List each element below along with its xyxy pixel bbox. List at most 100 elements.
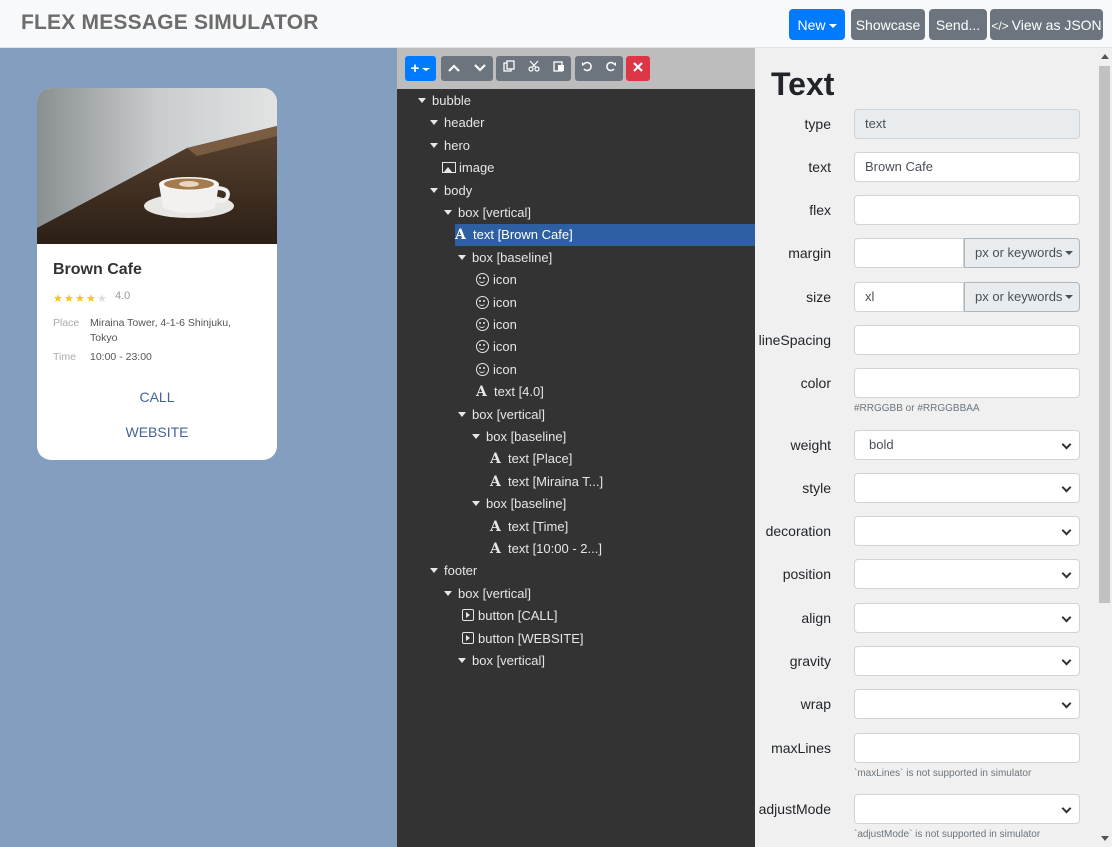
caret-down-icon[interactable] <box>418 98 426 103</box>
tree-node-selected[interactable]: Atext [Brown Cafe] <box>455 224 755 246</box>
paste-button[interactable] <box>546 56 571 81</box>
tree-node[interactable]: icon <box>476 292 517 314</box>
tree-node[interactable]: Atext [4.0] <box>476 381 544 403</box>
caret-down-icon[interactable] <box>458 255 466 260</box>
tree-node[interactable]: button [WEBSITE] <box>462 628 584 650</box>
tree-node[interactable]: box [vertical] <box>458 404 545 426</box>
time-value: 10:00 - 23:00 <box>90 351 152 363</box>
tree-node[interactable]: Atext [10:00 - 2...] <box>490 538 602 560</box>
decoration-select[interactable] <box>854 516 1080 546</box>
caret-down-icon[interactable] <box>430 143 438 148</box>
move-down-button[interactable] <box>467 56 493 81</box>
delete-icon <box>633 62 643 72</box>
scrollbar-thumb[interactable] <box>1099 66 1110 603</box>
tree-node[interactable]: header <box>430 112 484 134</box>
caret-down-icon[interactable] <box>430 568 438 573</box>
caret-down-icon[interactable] <box>444 210 452 215</box>
new-button[interactable]: New <box>789 9 845 40</box>
maxLines-input[interactable] <box>854 733 1080 763</box>
delete-button[interactable] <box>626 56 650 81</box>
call-button[interactable]: CALL <box>37 389 277 405</box>
redo-button[interactable] <box>599 56 623 81</box>
move-up-button[interactable] <box>441 56 467 81</box>
unit-label: px or keywords <box>975 245 1063 260</box>
tree-node-label: text [4.0] <box>494 384 544 399</box>
caret-down-icon[interactable] <box>472 501 480 506</box>
tree-node[interactable]: box [baseline] <box>458 247 552 269</box>
tree-node[interactable]: box [vertical] <box>444 202 531 224</box>
adjustMode-select[interactable] <box>854 794 1080 824</box>
tree-node[interactable]: button [CALL] <box>462 605 558 627</box>
size-unit-dropdown[interactable]: px or keywords <box>964 282 1080 312</box>
tree-node-label: text [Place] <box>508 451 573 466</box>
star-empty-icon: ★ <box>97 293 107 305</box>
website-button[interactable]: WEBSITE <box>37 424 277 440</box>
text-icon: A <box>490 474 501 490</box>
tree-node-label: box [baseline] <box>486 429 567 444</box>
text-input[interactable]: Brown Cafe <box>854 152 1080 182</box>
add-button[interactable]: + <box>405 56 436 81</box>
scroll-down-arrow-icon[interactable] <box>1101 836 1109 841</box>
caret-down-icon[interactable] <box>458 658 466 663</box>
caret-down-icon <box>1065 295 1074 299</box>
lineSpacing-input[interactable] <box>854 325 1080 355</box>
tree-node-label: icon <box>493 339 517 354</box>
align-label: align <box>801 610 831 626</box>
caret-down-icon[interactable] <box>472 434 480 439</box>
tree-node[interactable]: box [baseline] <box>472 426 566 448</box>
chevron-down-icon <box>1061 482 1072 493</box>
style-select[interactable] <box>854 473 1080 503</box>
flex-bubble-card[interactable]: Brown Cafe ★★★★★ 4.0 Place Miraina Tower… <box>37 88 277 460</box>
tree-node-label: box [baseline] <box>472 250 553 265</box>
cut-button[interactable] <box>521 56 546 81</box>
caret-down-icon[interactable] <box>430 120 438 125</box>
tree-node[interactable]: image <box>442 157 494 179</box>
position-select[interactable] <box>854 559 1080 589</box>
caret-down-icon[interactable] <box>458 412 466 417</box>
align-select[interactable] <box>854 603 1080 633</box>
hero-image[interactable] <box>37 88 277 244</box>
margin-input[interactable] <box>854 238 964 268</box>
properties-scrollbar[interactable] <box>1097 48 1112 847</box>
tree-node[interactable]: bubble <box>418 90 471 112</box>
tree-node[interactable]: icon <box>476 269 517 291</box>
margin-unit-dropdown[interactable]: px or keywords <box>964 238 1080 268</box>
tree-node[interactable]: icon <box>476 336 517 358</box>
gravity-select[interactable] <box>854 646 1080 676</box>
tree-node[interactable]: Atext [Miraina T...] <box>490 471 603 493</box>
gravity-label: gravity <box>789 653 831 669</box>
tree-node[interactable]: body <box>430 180 472 202</box>
tree-node[interactable]: icon <box>476 359 517 381</box>
showcase-button[interactable]: Showcase <box>851 9 925 40</box>
plus-icon: + <box>410 60 420 77</box>
color-input[interactable] <box>854 368 1080 398</box>
smile-icon <box>476 363 489 376</box>
wrap-select[interactable] <box>854 689 1080 719</box>
tree-node[interactable]: footer <box>430 560 477 582</box>
tree-node[interactable]: Atext [Place] <box>490 448 572 470</box>
send-button[interactable]: Send... <box>929 9 987 40</box>
tree-node-label: footer <box>444 563 478 578</box>
chevron-down-icon <box>1061 698 1072 709</box>
view-as-json-button[interactable]: </> View as JSON <box>990 9 1103 40</box>
app-title: FLEX MESSAGE SIMULATOR <box>21 11 319 34</box>
tree-node[interactable]: box [baseline] <box>472 493 566 515</box>
tree-node[interactable]: box [vertical] <box>458 650 545 672</box>
tree-node[interactable]: Atext [Time] <box>490 516 568 538</box>
tree-node[interactable]: icon <box>476 314 517 336</box>
chevron-down-icon <box>1061 568 1072 579</box>
adjustMode-label: adjustMode <box>758 801 831 817</box>
tree-node[interactable]: hero <box>430 135 470 157</box>
flex-input[interactable] <box>854 195 1080 225</box>
tree-node[interactable]: box [vertical] <box>444 583 531 605</box>
size-input[interactable]: xl <box>854 282 964 312</box>
weight-select[interactable]: bold <box>854 430 1080 460</box>
undo-button[interactable] <box>575 56 599 81</box>
caret-down-icon[interactable] <box>444 591 452 596</box>
copy-button[interactable] <box>496 56 521 81</box>
scroll-up-arrow-icon[interactable] <box>1101 54 1109 59</box>
smile-icon <box>476 318 489 331</box>
text-icon: A <box>490 519 501 535</box>
undo-icon <box>582 61 592 72</box>
caret-down-icon[interactable] <box>430 188 438 193</box>
